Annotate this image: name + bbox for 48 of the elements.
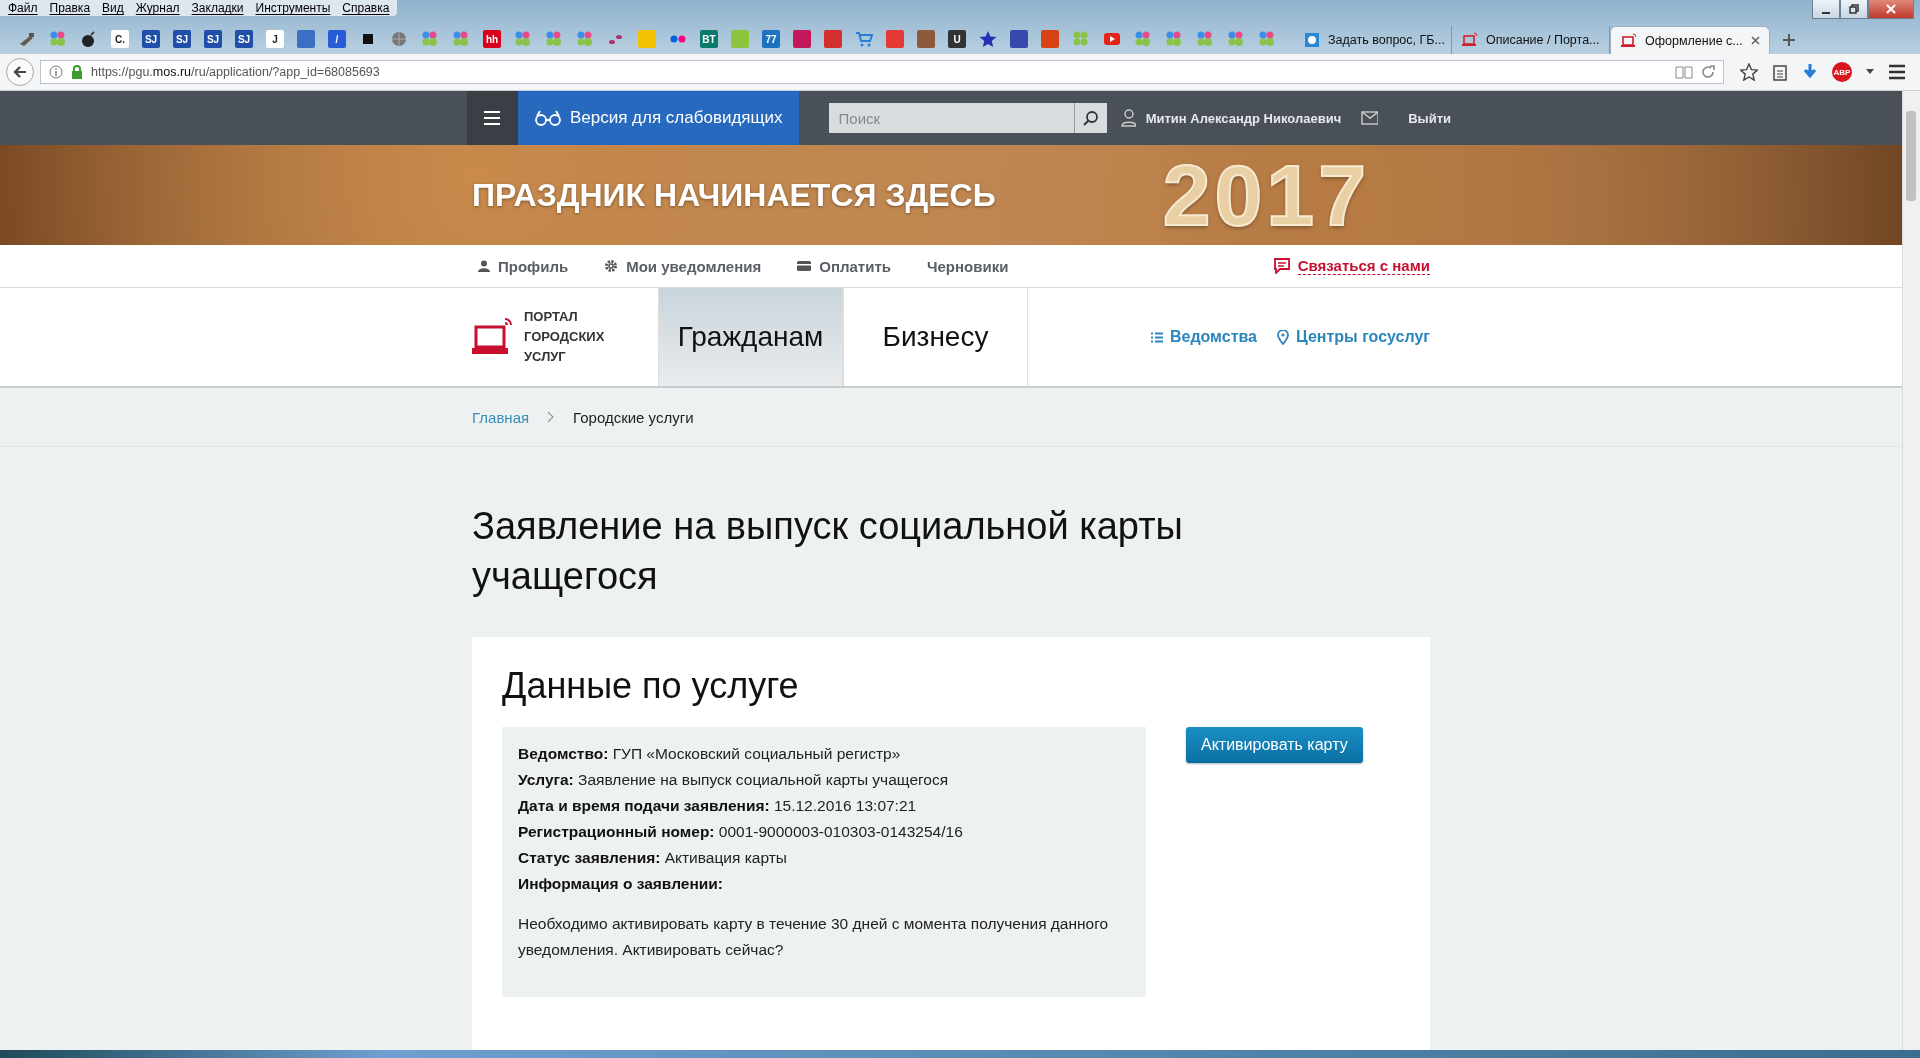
menu-item[interactable]: Правка — [49, 1, 91, 15]
subnav-link[interactable]: Профиль — [478, 257, 569, 275]
header-link[interactable]: Ведомства — [1150, 288, 1257, 386]
bookmark-icon[interactable]: SJ — [204, 30, 222, 48]
bookmark-icon[interactable]: J — [266, 30, 284, 48]
banner-year: 2017 — [1162, 145, 1370, 245]
user-name[interactable]: Митин Александр Николаевич — [1145, 110, 1342, 126]
page-title: Заявление на выпуск социальной карты учащегося — [472, 504, 1184, 599]
info-field: Информация о заявлении: — [518, 871, 1130, 897]
bookmark-icon[interactable]: BT — [700, 30, 718, 48]
logout-link[interactable]: Выйти — [1408, 110, 1451, 126]
info-field: Дата и время подачи заявления: 15.12.2016 13:07:21 — [518, 793, 1130, 819]
subnav-link[interactable]: Черновики — [927, 257, 1009, 275]
bookmark-icon[interactable]: hh — [483, 30, 501, 48]
section-tab[interactable]: Бизнесу — [843, 288, 1028, 386]
section-tab[interactable]: Гражданам — [658, 288, 843, 386]
breadcrumb-item[interactable]: Городские услуги — [573, 408, 694, 426]
accessibility-button[interactable]: Версия для слабовидящих — [517, 91, 799, 145]
menu-item[interactable]: Вид — [102, 1, 124, 15]
bookmark-icon[interactable]: SJ — [235, 30, 253, 48]
adblock-button[interactable]: ABP — [1832, 62, 1852, 82]
info-field: Статус заявления: Активация карты — [518, 845, 1130, 871]
menu-item[interactable]: Инструменты — [255, 1, 331, 15]
bookmark-icon[interactable]: U — [948, 30, 966, 48]
activate-card-button[interactable]: Активировать карту — [1186, 727, 1363, 763]
browser-tab[interactable]: Оформление с... — [1610, 26, 1770, 54]
card-title: Данные по услуге — [502, 665, 800, 707]
header-link[interactable]: Центры госуслуг — [1277, 288, 1430, 386]
portal-logo-text[interactable]: ПОРТАЛ ГОРОДСКИХ УСЛУГ — [524, 307, 624, 367]
info-field: Услуга: Заявление на выпуск социальной карты учащегося — [518, 767, 1130, 793]
bookmark-icon[interactable]: SJ — [142, 30, 160, 48]
info-note: Необходимо активировать карту в течение 30 дней с момента получения данного уведомления. Активировать сейчас? — [518, 914, 1110, 960]
menu-item[interactable]: Закладки — [191, 1, 244, 15]
bookmark-icon[interactable]: SJ — [173, 30, 191, 48]
bookmark-icon[interactable]: / — [328, 30, 346, 48]
info-field: Ведомство: ГУП «Московский социальный регистр» — [518, 741, 1130, 767]
contact-link[interactable]: Связаться с нами — [1273, 257, 1430, 275]
subnav-link[interactable]: Мои уведомления — [604, 257, 762, 275]
bookmark-icon[interactable]: C. — [111, 30, 129, 48]
menu-item[interactable]: Файл — [8, 1, 38, 15]
info-field: Регистрационный номер: 0001-9000003-010303-0143254/16 — [518, 819, 1130, 845]
menu-item[interactable]: Справка — [342, 1, 390, 15]
search-field[interactable]: Поиск — [828, 103, 1074, 133]
bookmark-icon[interactable]: 77 — [762, 30, 780, 48]
subnav-link[interactable]: Оплатить — [797, 257, 891, 275]
menu-item[interactable]: Журнал — [135, 1, 180, 15]
address-field[interactable]: https://pgu.mos.ru/ru/application/?app_id=68085693 — [40, 60, 1724, 84]
banner-headline: ПРАЗДНИК НАЧИНАЕТСЯ ЗДЕСЬ — [472, 176, 996, 214]
